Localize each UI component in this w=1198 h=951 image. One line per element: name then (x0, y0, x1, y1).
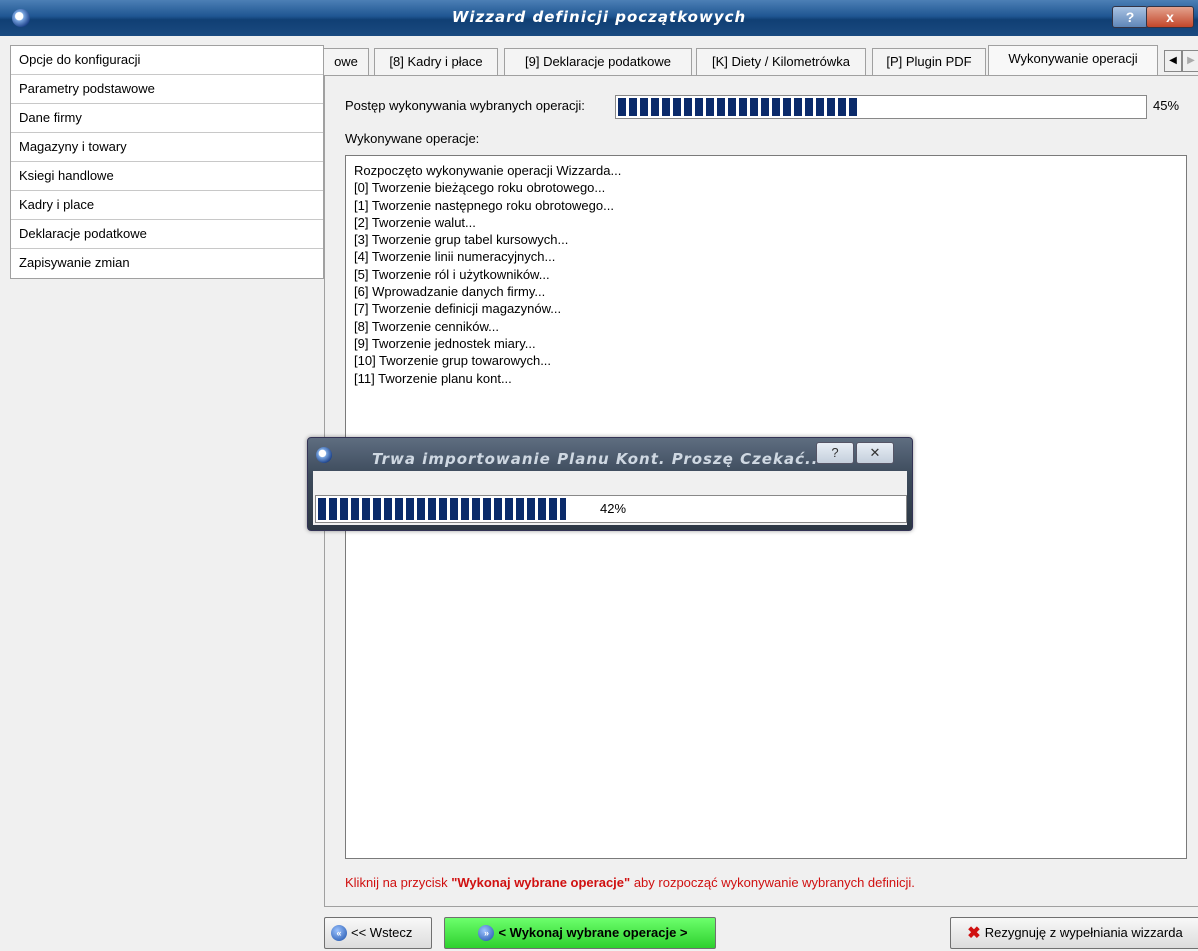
dialog-close-button[interactable]: ✕ (856, 442, 894, 464)
sidebar-item-ksiegi[interactable]: Ksiegi handlowe (11, 162, 323, 191)
tab-kadry[interactable]: [8] Kadry i płace (374, 48, 498, 75)
dialog-progress-bar: 42% (315, 495, 907, 523)
operation-line: [5] Tworzenie ról i użytkowników... (354, 266, 550, 282)
back-button[interactable]: «<< Wstecz (324, 917, 432, 949)
operation-line: [3] Tworzenie grup tabel kursowych... (354, 232, 569, 248)
tab-plugin-pdf[interactable]: [P] Plugin PDF (872, 48, 986, 75)
help-button[interactable]: ? (1112, 6, 1148, 28)
tab-diety[interactable]: [K] Diety / Kilometrówka (696, 48, 866, 75)
operation-line: [2] Tworzenie walut... (354, 214, 476, 230)
dialog-progress-fill (318, 498, 566, 520)
operation-line: Rozpoczęto wykonywanie operacji Wizzarda… (354, 163, 622, 178)
operation-line: [9] Tworzenie jednostek miary... (354, 335, 536, 351)
sidebar-item-magazyny[interactable]: Magazyny i towary (11, 133, 323, 162)
sidebar-item-kadry[interactable]: Kadry i place (11, 191, 323, 220)
progress-label: Postęp wykonywania wybranych operacji: (345, 98, 585, 113)
operations-list: Rozpoczęto wykonywanie operacji Wizzarda… (346, 156, 1186, 393)
dialog-progress-percent: 42% (600, 501, 627, 516)
operation-line: [7] Tworzenie definicji magazynów... (354, 301, 562, 317)
main-progress-bar (615, 95, 1147, 119)
forward-arrow-icon: » (478, 924, 495, 941)
cancel-wizard-button[interactable]: ✖ Rezygnuję z wypełniania wizzarda (950, 917, 1198, 949)
operation-line: [10] Tworzenie grup towarowych... (354, 353, 552, 369)
operations-label: Wykonywane operacje: (345, 131, 480, 146)
main-progress-fill (618, 98, 857, 116)
tab-deklaracje[interactable]: [9] Deklaracje podatkowe (504, 48, 692, 75)
operation-line: [0] Tworzenie bieżącego roku obrotowego.… (354, 180, 606, 196)
dialog-body: 42% (313, 471, 907, 525)
dialog-title: Trwa importowanie Planu Kont. Proszę Cze… (372, 450, 826, 468)
sidebar-item-parametry[interactable]: Parametry podstawowe (11, 75, 323, 104)
cancel-x-icon: ✖ (967, 924, 981, 942)
progress-percent: 45% (1153, 98, 1180, 113)
window-title: Wizzard definicji początkowych (451, 8, 747, 26)
sidebar-item-dane-firmy[interactable]: Dane firmy (11, 104, 323, 133)
dialog-app-icon (316, 447, 332, 463)
tab-partial[interactable]: owe (324, 48, 369, 75)
execute-button[interactable]: » < Wykonaj wybrane operacje > (444, 917, 716, 949)
operation-line: [8] Tworzenie cenników... (354, 318, 500, 334)
import-dialog: Trwa importowanie Planu Kont. Proszę Cze… (307, 437, 913, 531)
tab-wykonywanie[interactable]: Wykonywanie operacji (988, 45, 1158, 76)
sidebar-item-opcje[interactable]: Opcje do konfiguracji (11, 46, 323, 75)
hint-text: Kliknij na przycisk "Wykonaj wybrane ope… (345, 875, 915, 890)
operation-line: [11] Tworzenie planu kont... (354, 370, 512, 386)
dialog-help-button[interactable]: ? (816, 442, 854, 464)
tab-strip: owe [8] Kadry i płace [9] Deklaracje pod… (324, 45, 1198, 76)
operation-line: [6] Wprowadzanie danych firmy... (354, 284, 546, 300)
title-bar: Wizzard definicji początkowych ? x (0, 0, 1198, 36)
back-arrow-icon: « (331, 924, 347, 941)
sidebar-item-zapisywanie[interactable]: Zapisywanie zmian (11, 249, 323, 277)
operation-line: [1] Tworzenie następnego roku obrotowego… (354, 197, 614, 213)
close-button[interactable]: x (1146, 6, 1194, 28)
sidebar-item-deklaracje[interactable]: Deklaracje podatkowe (11, 220, 323, 249)
tab-scroll-left-icon[interactable]: ◀ (1164, 50, 1182, 72)
operation-line: [4] Tworzenie linii numeracyjnych... (354, 249, 556, 265)
sidebar: Opcje do konfiguracji Parametry podstawo… (10, 45, 324, 279)
tab-scroll-right-icon[interactable]: ▶ (1182, 50, 1198, 72)
